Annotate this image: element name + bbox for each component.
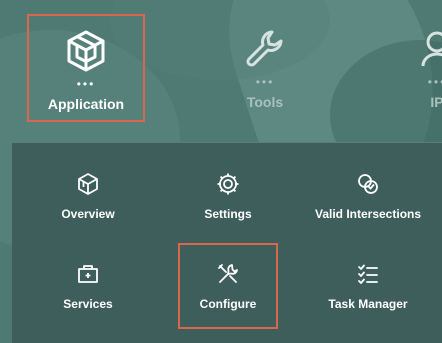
tile-configure[interactable]: Configure <box>178 243 278 329</box>
person-badge-icon <box>412 24 442 74</box>
tile-label: Services <box>63 297 113 311</box>
nav-item-tools[interactable]: ••• Tools <box>206 14 324 122</box>
tile-label: Settings <box>204 207 252 221</box>
more-dots-icon: ••• <box>427 75 442 89</box>
tile-label: Overview <box>61 207 115 221</box>
gear-icon <box>213 169 243 199</box>
toolbox-icon <box>73 259 103 289</box>
cube-network-icon <box>61 26 111 76</box>
intersect-check-icon <box>353 169 383 199</box>
more-dots-icon: ••• <box>76 77 96 91</box>
application-menu-panel: Overview Settings Valid Intersections Se… <box>12 142 442 343</box>
tile-services[interactable]: Services <box>38 249 138 329</box>
tile-valid-intersections[interactable]: Valid Intersections <box>314 159 422 239</box>
more-dots-icon: ••• <box>255 75 275 89</box>
nav-item-ip[interactable]: ••• IP <box>378 14 442 122</box>
nav-item-label: Tools <box>246 94 284 110</box>
cube-icon <box>73 169 103 199</box>
nav-item-label: IP <box>430 94 442 110</box>
tile-label: Valid Intersections <box>314 207 422 221</box>
tile-settings[interactable]: Settings <box>178 159 278 239</box>
tile-label: Task Manager <box>328 297 408 311</box>
checklist-icon <box>353 259 383 289</box>
tile-task-manager[interactable]: Task Manager <box>318 249 418 329</box>
wrench-icon <box>240 24 290 74</box>
tools-icon <box>213 259 243 289</box>
nav-item-application[interactable]: ••• Application <box>27 14 145 122</box>
tile-overview[interactable]: Overview <box>38 159 138 239</box>
tile-label: Configure <box>199 297 257 311</box>
nav-item-label: Application <box>47 96 125 112</box>
